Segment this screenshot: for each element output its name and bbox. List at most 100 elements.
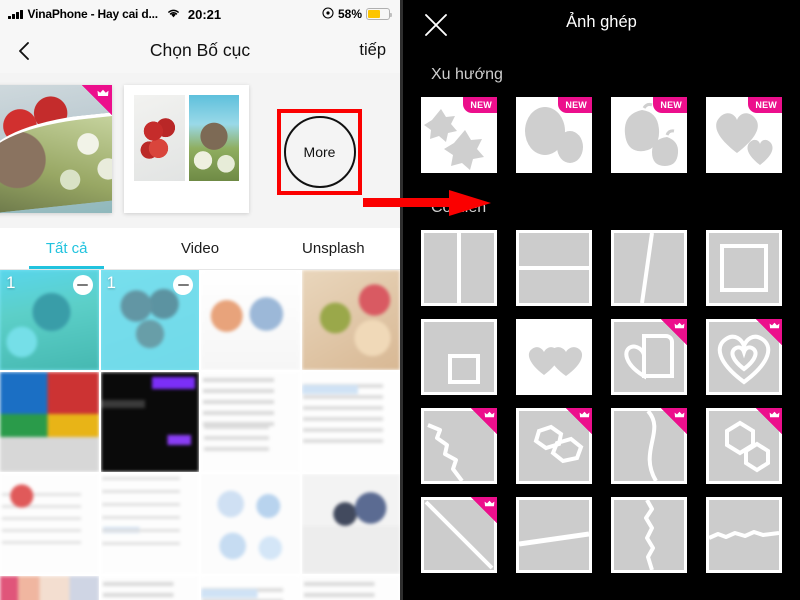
layout-preview-strip: More — [0, 73, 400, 228]
classic-layout-row-1 — [403, 230, 800, 306]
tab-tat-ca[interactable]: Tất cả — [0, 228, 133, 269]
photo-thumbnail — [0, 474, 99, 574]
photo-picker-screen: VinaPhone - Hay cai d... 20:21 58% Chọn … — [0, 0, 400, 600]
collage-header: Ảnh ghép — [403, 0, 800, 52]
crown-icon — [471, 408, 497, 434]
layout-tile-torn-vertical[interactable] — [611, 497, 687, 573]
layout-tile-two-hexagons[interactable] — [516, 408, 592, 484]
photo-thumbnail — [301, 474, 400, 574]
gallery-photo-item[interactable]: 1 — [100, 270, 199, 370]
layout-tile-stacked-hexagons[interactable] — [706, 408, 782, 484]
trending-layout-row: NEW NEW NEW NEW — [403, 97, 800, 173]
gallery-photo-item[interactable] — [201, 474, 300, 574]
layout-tile-jagged-diagonal[interactable] — [421, 408, 497, 484]
layout-preview-polaroid[interactable] — [124, 85, 249, 213]
tab-unsplash[interactable]: Unsplash — [267, 228, 400, 269]
gallery-photo-item[interactable] — [100, 474, 199, 574]
page-title: Chọn Bố cục — [149, 40, 251, 60]
torn-horizontal-icon — [709, 530, 779, 540]
photo-thumbnail — [201, 372, 300, 472]
layout-tile-nested-heart[interactable] — [706, 319, 782, 395]
photo-thumbnail — [0, 372, 99, 472]
gallery-photo-item[interactable]: 1 — [0, 270, 99, 370]
layout-tile-picture-in-picture[interactable] — [421, 319, 497, 395]
layout-tile-two-hearts[interactable]: NEW — [706, 97, 782, 173]
layout-tile-heart-arch[interactable] — [611, 319, 687, 395]
status-bar: VinaPhone - Hay cai d... 20:21 58% — [0, 0, 400, 28]
back-chevron-icon[interactable] — [14, 40, 36, 62]
layout-tile-diagonal-split[interactable] — [611, 230, 687, 306]
gallery-photo-item[interactable] — [301, 474, 400, 574]
layout-tile-frame-border[interactable] — [706, 230, 782, 306]
layout-tile-corner-diagonal[interactable] — [421, 497, 497, 573]
collage-layout-picker-screen: Ảnh ghép Xu hướng NEW NEW NEW NEW Cổ điể… — [400, 0, 800, 600]
layout-tile-two-leaves[interactable]: NEW — [611, 97, 687, 173]
layout-tile-horizontal-split[interactable] — [516, 230, 592, 306]
tab-video[interactable]: Video — [133, 228, 266, 269]
gallery-photo-item[interactable] — [301, 372, 400, 472]
crown-icon — [471, 497, 497, 523]
more-button[interactable]: More — [283, 116, 356, 188]
photo-thumbnail — [0, 576, 99, 600]
gallery-photo-item[interactable] — [0, 474, 99, 574]
gallery-photo-item[interactable] — [0, 372, 99, 472]
vertical-split-icon — [457, 233, 461, 303]
new-badge: NEW — [558, 97, 592, 113]
torn-vertical-icon — [644, 500, 655, 570]
crown-icon — [661, 319, 687, 345]
layout-tile-two-ovals[interactable]: NEW — [516, 97, 592, 173]
carrier-label: VinaPhone - Hay cai d... — [27, 7, 159, 21]
collage-photo-left — [134, 95, 185, 181]
photo-thumbnail — [201, 270, 300, 370]
minus-circle-icon[interactable] — [72, 275, 93, 295]
photo-thumbnail — [100, 576, 199, 600]
classic-layout-row-2 — [403, 319, 800, 395]
new-badge: NEW — [463, 97, 497, 113]
frame-border-icon — [720, 244, 768, 292]
tab-label: Tất cả — [45, 240, 88, 257]
photo-gallery-grid[interactable]: 11 — [0, 270, 400, 600]
tab-label: Unsplash — [302, 240, 365, 257]
twin-hearts-icon — [528, 347, 583, 376]
picture-in-picture-icon — [448, 354, 480, 384]
wifi-icon — [166, 7, 181, 21]
navigation-bar: Chọn Bố cục tiếp — [0, 28, 400, 73]
gallery-photo-item[interactable] — [201, 270, 300, 370]
classic-layout-row-4 — [403, 497, 800, 573]
more-layouts-highlight: More — [277, 109, 362, 195]
collage-title: Ảnh ghép — [566, 13, 637, 31]
layout-preview-curved[interactable] — [0, 85, 112, 213]
section-label-classic: Cổ điển — [431, 199, 487, 216]
gallery-photo-item[interactable] — [301, 270, 400, 370]
layout-tile-vertical-split[interactable] — [421, 230, 497, 306]
gallery-photo-item[interactable] — [201, 576, 300, 600]
new-badge: NEW — [653, 97, 687, 113]
photo-thumbnail — [301, 576, 400, 600]
gallery-photo-item[interactable] — [301, 576, 400, 600]
gallery-photo-item[interactable] — [0, 576, 99, 600]
gallery-photo-item[interactable] — [100, 576, 199, 600]
layout-tile-two-stars[interactable]: NEW — [421, 97, 497, 173]
diagonal-split-icon — [640, 233, 654, 303]
crown-icon — [756, 408, 782, 434]
new-badge: NEW — [748, 97, 782, 113]
gallery-photo-item[interactable] — [201, 372, 300, 472]
collage-photo-right — [188, 95, 239, 181]
gallery-tabs: Tất cả Video Unsplash — [0, 228, 400, 270]
minus-circle-icon[interactable] — [173, 275, 193, 295]
gallery-photo-item[interactable] — [100, 372, 199, 472]
tab-label: Video — [180, 240, 220, 257]
photo-thumbnail — [100, 474, 199, 574]
collage-thumbnail — [124, 85, 249, 213]
layout-tile-slanted-horizontal[interactable] — [516, 497, 592, 573]
layout-tile-curved-split[interactable] — [611, 408, 687, 484]
next-button[interactable]: tiếp — [359, 41, 386, 60]
screenshot-root: VinaPhone - Hay cai d... 20:21 58% Chọn … — [0, 0, 800, 600]
battery-icon — [366, 8, 393, 20]
status-bar-right: 58% — [322, 6, 393, 22]
layout-tile-torn-horizontal[interactable] — [706, 497, 782, 573]
photo-thumbnail — [201, 576, 300, 600]
layout-tile-twin-hearts[interactable] — [516, 319, 592, 395]
photo-thumbnail — [301, 270, 400, 370]
status-clock: 20:21 — [187, 6, 222, 22]
